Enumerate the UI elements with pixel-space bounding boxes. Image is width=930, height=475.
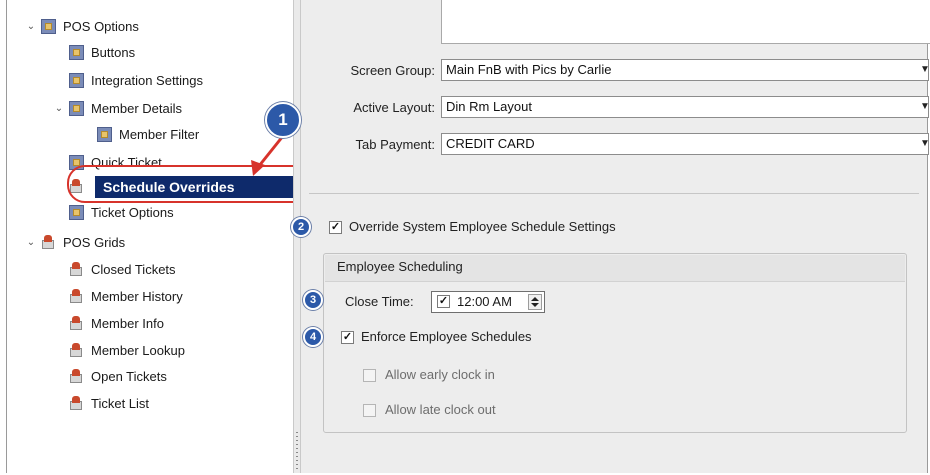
tree-label: Member Info bbox=[91, 316, 164, 331]
navigation-tree: ⌄ POS Options Buttons Integration Settin… bbox=[7, 0, 293, 473]
spin-up-icon[interactable] bbox=[531, 297, 539, 301]
grid-icon bbox=[69, 396, 84, 411]
grid-icon bbox=[69, 369, 84, 384]
chevron-down-icon[interactable]: ⌄ bbox=[53, 98, 65, 120]
form-icon bbox=[69, 205, 84, 220]
tree-label: Open Tickets bbox=[91, 369, 167, 384]
tree-label: POS Grids bbox=[63, 235, 126, 250]
late-clock-out-checkbox[interactable] bbox=[363, 404, 376, 417]
late-clock-out-label: Allow late clock out bbox=[385, 402, 496, 417]
tree-label: POS Options bbox=[63, 19, 139, 34]
callout-badge-4: 4 bbox=[303, 327, 323, 347]
tab-payment-label: Tab Payment: bbox=[355, 137, 436, 152]
tree-label: Member Filter bbox=[119, 127, 200, 142]
callout-badge-3: 3 bbox=[303, 290, 323, 310]
tree-label: Integration Settings bbox=[91, 73, 204, 88]
description-textarea[interactable] bbox=[441, 0, 930, 44]
form-icon bbox=[69, 45, 84, 60]
grid-icon bbox=[41, 235, 56, 250]
splitter-grip-icon[interactable] bbox=[296, 432, 298, 472]
settings-panel: Screen Group: Main FnB with Pics by Carl… bbox=[301, 0, 930, 473]
grid-icon bbox=[69, 262, 84, 277]
override-label: Override System Employee Schedule Settin… bbox=[349, 219, 616, 234]
app-window: ⌄ POS Options Buttons Integration Settin… bbox=[6, 0, 930, 473]
callout-badge-2: 2 bbox=[291, 217, 311, 237]
form-icon bbox=[69, 101, 84, 116]
tree-label: Member History bbox=[91, 289, 183, 304]
dropdown-arrow-icon[interactable]: ▼ bbox=[920, 99, 930, 115]
early-clock-in-label: Allow early clock in bbox=[385, 367, 495, 382]
screen-group-value: Main FnB with Pics by Carlie bbox=[446, 62, 612, 77]
callout-badge-1: 1 bbox=[265, 102, 301, 138]
enforce-schedules-checkbox[interactable]: ✓ bbox=[341, 331, 354, 344]
section-divider bbox=[309, 193, 919, 194]
tree-label: Buttons bbox=[91, 45, 136, 60]
tree-label: Ticket List bbox=[91, 396, 150, 411]
time-spinner[interactable] bbox=[528, 294, 542, 310]
grid-icon bbox=[69, 289, 84, 304]
tree-label: Closed Tickets bbox=[91, 262, 176, 277]
active-layout-value: Din Rm Layout bbox=[446, 99, 532, 114]
spin-down-icon[interactable] bbox=[531, 303, 539, 307]
chevron-down-icon[interactable]: ⌄ bbox=[25, 232, 37, 254]
tab-payment-select[interactable]: CREDIT CARD ▼ bbox=[441, 133, 930, 155]
form-icon bbox=[69, 73, 84, 88]
dropdown-arrow-icon[interactable]: ▼ bbox=[920, 62, 930, 78]
enforce-schedules-label: Enforce Employee Schedules bbox=[361, 329, 532, 344]
dropdown-arrow-icon[interactable]: ▼ bbox=[920, 136, 930, 152]
group-title: Employee Scheduling bbox=[337, 259, 463, 274]
highlight-ring bbox=[67, 165, 312, 203]
close-time-value[interactable]: 12:00 AM bbox=[457, 292, 512, 312]
form-icon bbox=[97, 127, 112, 142]
tree-label: Ticket Options bbox=[91, 205, 174, 220]
screen-group-label: Screen Group: bbox=[350, 63, 435, 78]
close-time-picker[interactable]: ✓ 12:00 AM bbox=[431, 291, 545, 313]
close-time-checkbox[interactable]: ✓ bbox=[437, 295, 450, 308]
active-layout-select[interactable]: Din Rm Layout ▼ bbox=[441, 96, 930, 118]
screen-group-select[interactable]: Main FnB with Pics by Carlie ▼ bbox=[441, 59, 930, 81]
tab-payment-value: CREDIT CARD bbox=[446, 136, 535, 151]
group-header: Employee Scheduling bbox=[325, 255, 905, 282]
grid-icon bbox=[69, 343, 84, 358]
grid-icon bbox=[69, 316, 84, 331]
close-time-label: Close Time: bbox=[345, 294, 414, 309]
active-layout-label: Active Layout: bbox=[353, 100, 435, 115]
form-icon bbox=[41, 19, 56, 34]
chevron-down-icon[interactable]: ⌄ bbox=[25, 16, 37, 38]
tree-label: Member Details bbox=[91, 101, 183, 116]
tree-label: Member Lookup bbox=[91, 343, 185, 358]
override-checkbox[interactable]: ✓ bbox=[329, 221, 342, 234]
early-clock-in-checkbox[interactable] bbox=[363, 369, 376, 382]
